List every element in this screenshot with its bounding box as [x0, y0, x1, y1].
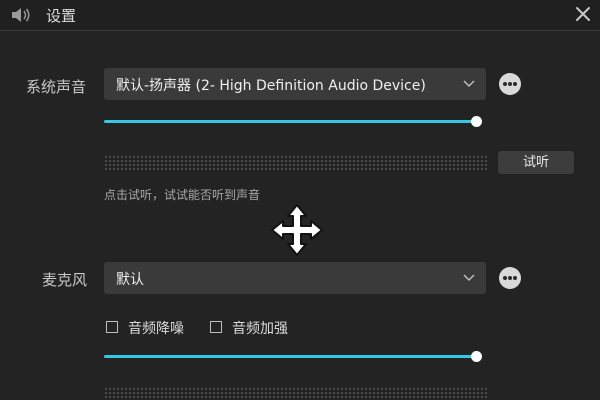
system-sound-more-button[interactable] — [499, 73, 521, 95]
close-icon[interactable] — [572, 3, 594, 25]
microphone-volume-slider[interactable] — [104, 351, 482, 363]
system-sound-volume-slider[interactable] — [104, 116, 482, 128]
microphone-label: 麦克风 — [42, 271, 88, 289]
slider-fill — [104, 120, 476, 123]
audio-enhance-label: 音频加强 — [232, 321, 288, 337]
slider-fill — [104, 355, 476, 358]
checkbox-box[interactable] — [210, 321, 222, 333]
speaker-icon — [12, 8, 30, 22]
chevron-down-icon — [463, 274, 475, 282]
system-sound-level-meter — [104, 155, 488, 171]
window-title: 设置 — [46, 7, 77, 25]
noise-reduction-label: 音频降噪 — [128, 321, 184, 337]
more-dot — [513, 276, 517, 280]
slider-thumb[interactable] — [471, 116, 482, 127]
microphone-level-meter — [104, 387, 488, 400]
more-dot — [503, 82, 507, 86]
test-sound-hint: 点击试听，试试能否听到声音 — [104, 188, 261, 202]
chevron-down-icon — [463, 80, 475, 88]
system-sound-device-select[interactable]: 默认-扬声器 (2- High Definition Audio Device) — [104, 68, 486, 100]
microphone-more-button[interactable] — [499, 267, 521, 289]
microphone-device-value: 默认 — [116, 272, 144, 288]
microphone-device-select[interactable]: 默认 — [104, 262, 486, 294]
more-dot — [508, 82, 512, 86]
move-cursor-icon — [271, 204, 323, 256]
slider-thumb[interactable] — [471, 351, 482, 362]
settings-window: 设置 系统声音 默认-扬声器 (2- High Definition Audio… — [0, 0, 600, 400]
test-sound-button[interactable]: 试听 — [498, 151, 574, 174]
checkbox-box[interactable] — [106, 321, 118, 333]
system-sound-device-value: 默认-扬声器 (2- High Definition Audio Device) — [116, 78, 426, 94]
more-dot — [503, 276, 507, 280]
system-sound-label: 系统声音 — [26, 78, 87, 96]
more-dot — [513, 82, 517, 86]
title-bar: 设置 — [0, 0, 600, 31]
more-dot — [508, 276, 512, 280]
